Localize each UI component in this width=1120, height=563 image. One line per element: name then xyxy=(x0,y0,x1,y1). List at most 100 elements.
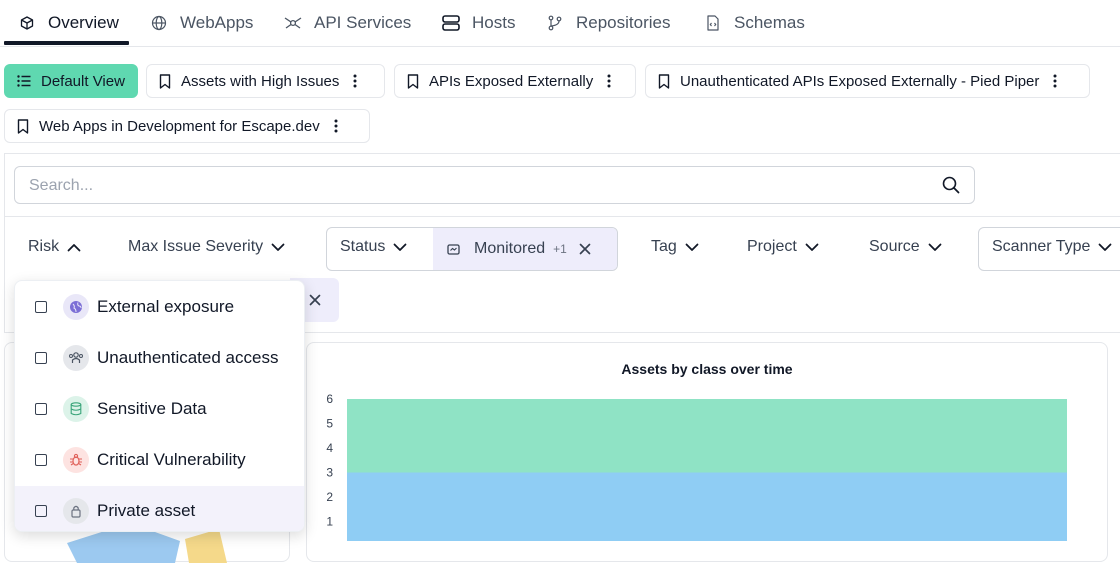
tab-schemas[interactable]: Schemas xyxy=(704,0,805,45)
filter-max-severity[interactable]: Max Issue Severity xyxy=(128,238,285,256)
users-icon xyxy=(63,345,89,371)
more-options-icon[interactable] xyxy=(607,74,611,88)
option-label: Critical Vulnerability xyxy=(97,450,246,469)
risk-option-sensitive-data[interactable]: Sensitive Data xyxy=(15,384,304,434)
list-icon xyxy=(17,75,31,87)
filter-label: Risk xyxy=(28,238,60,255)
tab-hosts[interactable]: Hosts xyxy=(442,0,515,45)
bookmark-icon xyxy=(17,118,29,134)
asset-tabs: Overview WebApps API Services Hosts Repo… xyxy=(0,0,1120,47)
database-icon xyxy=(63,396,89,422)
file-code-icon xyxy=(704,14,722,32)
bookmark-icon xyxy=(407,73,419,89)
checkbox[interactable] xyxy=(35,301,47,313)
more-options-icon[interactable] xyxy=(353,74,357,88)
filter-risk[interactable]: Risk xyxy=(28,238,81,256)
y-tick-label: 1 xyxy=(326,515,333,529)
checkbox[interactable] xyxy=(35,403,47,415)
y-tick-label: 6 xyxy=(326,392,333,406)
chevron-down-icon xyxy=(393,243,407,252)
area-series-0 xyxy=(347,472,1067,541)
more-options-icon[interactable] xyxy=(334,119,338,133)
risk-option-private-asset[interactable]: Private asset xyxy=(15,486,304,531)
filter-label: Source xyxy=(869,238,920,255)
checkbox[interactable] xyxy=(35,352,47,364)
risk-option-critical-vulnerability[interactable]: Critical Vulnerability xyxy=(15,435,304,485)
divider xyxy=(4,216,1120,217)
chevron-down-icon xyxy=(1098,243,1112,252)
search-box xyxy=(14,166,975,204)
cube-icon xyxy=(18,14,36,32)
filter-label: Max Issue Severity xyxy=(128,238,264,255)
monitor-icon xyxy=(447,243,460,255)
chevron-down-icon xyxy=(271,243,285,252)
search-input[interactable] xyxy=(27,171,931,201)
filter-project[interactable]: Project xyxy=(747,238,819,256)
option-label: Unauthenticated access xyxy=(97,348,279,367)
tab-label: Schemas xyxy=(734,12,805,32)
view-apis-exposed[interactable]: APIs Exposed Externally xyxy=(394,64,636,98)
view-label: Unauthenticated APIs Exposed Externally … xyxy=(680,72,1040,90)
tab-label: Hosts xyxy=(472,12,516,32)
risk-option-external-exposure[interactable]: External exposure xyxy=(15,282,304,332)
chip-extra-count: +1 xyxy=(553,242,567,256)
filter-label: Scanner Type xyxy=(992,238,1091,255)
filter-status[interactable]: Status xyxy=(340,238,407,256)
lock-icon xyxy=(63,498,89,524)
tab-label: WebApps xyxy=(180,12,254,32)
chip-label: Monitored xyxy=(474,240,546,257)
view-unauth-apis-pied-piper[interactable]: Unauthenticated APIs Exposed Externally … xyxy=(645,64,1090,98)
search-icon[interactable] xyxy=(942,176,960,194)
bookmark-icon xyxy=(658,73,670,89)
y-tick-label: 4 xyxy=(326,441,333,455)
filter-label: Project xyxy=(747,238,797,255)
view-assets-high-issues[interactable]: Assets with High Issues xyxy=(146,64,385,98)
option-label: Sensitive Data xyxy=(97,399,207,418)
filter-label: Status xyxy=(340,238,386,255)
filter-scanner-type[interactable]: Scanner Type xyxy=(992,238,1112,256)
globe-icon xyxy=(150,14,168,32)
bug-icon xyxy=(63,447,89,473)
option-label: Private asset xyxy=(97,501,196,520)
tab-webapps[interactable]: WebApps xyxy=(150,0,253,45)
tab-api-services[interactable]: API Services xyxy=(284,0,411,45)
filter-tag[interactable]: Tag xyxy=(651,238,699,256)
status-chip[interactable]: Monitored +1 xyxy=(433,228,617,270)
chevron-down-icon xyxy=(928,243,942,252)
divider xyxy=(4,153,1120,154)
risk-option-unauthenticated-access[interactable]: Unauthenticated access xyxy=(15,333,304,383)
y-tick-label: 5 xyxy=(326,417,333,431)
filter-source[interactable]: Source xyxy=(869,238,942,256)
tab-overview[interactable]: Overview xyxy=(18,0,119,45)
checkbox[interactable] xyxy=(35,454,47,466)
divider xyxy=(4,153,5,333)
active-tab-indicator xyxy=(4,41,129,45)
bookmark-icon xyxy=(159,73,171,89)
checkbox[interactable] xyxy=(35,505,47,517)
close-icon[interactable] xyxy=(579,243,591,255)
api-icon xyxy=(284,14,302,32)
donut-segment xyxy=(185,529,227,563)
view-label: Default View xyxy=(41,72,125,90)
assets-by-class-chart: 1 2 3 4 5 6 xyxy=(326,392,1067,541)
view-label: Assets with High Issues xyxy=(181,72,340,90)
server-icon xyxy=(442,14,460,32)
y-tick-label: 2 xyxy=(326,490,333,504)
y-tick-label: 3 xyxy=(326,466,333,480)
tab-label: Repositories xyxy=(576,12,671,32)
view-default[interactable]: Default View xyxy=(4,64,138,98)
chevron-down-icon xyxy=(685,243,699,252)
chart-title: Assets by class over time xyxy=(621,361,793,377)
close-icon[interactable] xyxy=(309,294,321,306)
area-series-1 xyxy=(347,399,1067,473)
tab-label: API Services xyxy=(314,12,412,32)
tab-label: Overview xyxy=(48,12,119,32)
more-options-icon[interactable] xyxy=(1053,74,1057,88)
option-label: External exposure xyxy=(97,297,235,316)
globe-icon xyxy=(63,294,89,320)
risk-dropdown: External exposure Unauthenticated access… xyxy=(14,280,305,532)
git-branch-icon xyxy=(546,14,564,32)
view-webapps-dev-escape[interactable]: Web Apps in Development for Escape.dev xyxy=(4,109,370,143)
view-label: APIs Exposed Externally xyxy=(429,72,594,90)
tab-repositories[interactable]: Repositories xyxy=(546,0,671,45)
